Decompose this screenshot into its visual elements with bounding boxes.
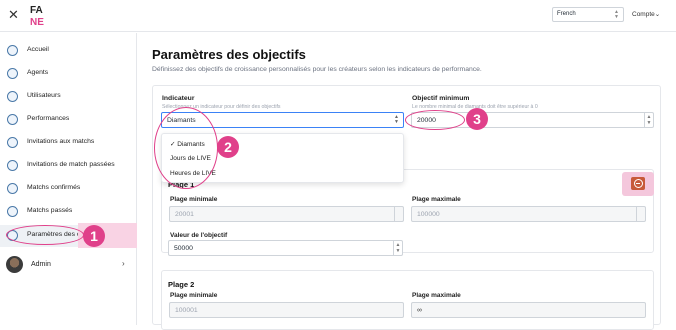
annotation-badge: 1 xyxy=(83,225,105,247)
page-subtitle: Définissez des objectifs de croissance p… xyxy=(152,66,482,73)
account-label: Compte xyxy=(632,11,655,18)
sidebar-item-label: Matchs confirmés xyxy=(27,184,81,191)
sidebar-item-agents[interactable]: Agents xyxy=(0,63,137,85)
annotation-badge: 3 xyxy=(466,108,488,130)
sidebar-item-label: Matchs passés xyxy=(27,207,73,214)
plage-max-label: Plage maximale xyxy=(412,292,461,299)
match-icon xyxy=(7,137,18,148)
top-bar: ✕ FA NE French ▲ ▼ Compte⌄ xyxy=(0,0,676,32)
number-stepper[interactable]: ▲ ▼ xyxy=(644,113,653,127)
chevron-down-icon: ⌄ xyxy=(654,11,661,18)
language-select[interactable]: French ▲ ▼ xyxy=(552,7,624,22)
number-stepper xyxy=(636,207,645,221)
match-icon xyxy=(7,160,18,171)
sidebar-item-label: Agents xyxy=(27,69,49,76)
number-stepper[interactable]: ▲ ▼ xyxy=(393,241,402,255)
svg-text:NE: NE xyxy=(30,17,44,27)
annotation-ellipse xyxy=(6,225,84,245)
select-arrows-icon: ▲ ▼ xyxy=(394,114,399,125)
plage-min-label: Plage minimale xyxy=(170,196,218,203)
plage-min-value: 100001 xyxy=(175,307,198,314)
plage-max-value: 100000 xyxy=(417,211,440,218)
sidebar-item-performances[interactable]: Performances xyxy=(0,109,137,131)
sidebar: Accueil Agents Utilisateurs Performances… xyxy=(0,33,137,325)
plage-min-label: Plage minimale xyxy=(170,292,218,299)
min-objective-label: Objectif minimum xyxy=(412,95,470,102)
minus-circle-icon xyxy=(636,183,640,184)
sidebar-item-invitations[interactable]: Invitations aux matchs xyxy=(0,132,137,154)
sidebar-item-label: Performances xyxy=(27,115,70,122)
annotation-ellipse xyxy=(405,110,465,130)
page-title: Paramètres des objectifs xyxy=(152,47,306,62)
indicator-label: Indicateur xyxy=(162,95,195,102)
sidebar-item-label: Accueil xyxy=(27,46,49,53)
plage-min-input: 100001 xyxy=(169,302,404,318)
select-arrows-icon: ▲ ▼ xyxy=(614,9,619,20)
home-icon xyxy=(7,45,18,56)
sidebar-item-accueil[interactable]: Accueil xyxy=(0,40,137,62)
admin-label: Admin xyxy=(31,261,51,268)
objective-value-input[interactable]: 50000 ▲ ▼ xyxy=(168,240,403,256)
sidebar-item-label: Invitations de match passées xyxy=(27,161,115,168)
plage-min-value: 20001 xyxy=(175,211,194,218)
account-menu[interactable]: Compte⌄ xyxy=(632,10,660,18)
sidebar-item-label: Invitations aux matchs xyxy=(27,138,95,145)
plage-max-input: 100000 xyxy=(411,206,646,222)
avatar xyxy=(6,256,23,273)
sidebar-item-matchs-confirmes[interactable]: Matchs confirmés xyxy=(0,178,137,200)
plage-min-input: 20001 xyxy=(169,206,404,222)
objective-value: 50000 xyxy=(174,245,193,252)
match-icon xyxy=(7,183,18,194)
annotation-ellipse xyxy=(154,107,218,189)
chart-icon xyxy=(7,114,18,125)
user-icon xyxy=(7,91,18,102)
close-icon[interactable]: ✕ xyxy=(8,7,19,23)
sidebar-item-matchs-passes[interactable]: Matchs passés xyxy=(0,201,137,223)
sidebar-item-utilisateurs[interactable]: Utilisateurs xyxy=(0,86,137,108)
plage-title: Plage 2 xyxy=(168,280,195,289)
plage-max-value: ∞ xyxy=(417,307,422,314)
plage-card-2: Plage 2 Plage minimale 100001 Plage maxi… xyxy=(161,270,654,330)
match-icon xyxy=(7,206,18,217)
svg-text:FA: FA xyxy=(30,5,43,16)
sidebar-item-invitations-passees[interactable]: Invitations de match passées xyxy=(0,155,137,177)
language-value: French xyxy=(557,11,576,17)
sidebar-item-label: Utilisateurs xyxy=(27,92,61,99)
admin-profile[interactable]: Admin › xyxy=(0,254,137,276)
chevron-right-icon: › xyxy=(122,259,125,268)
plage-max-label: Plage maximale xyxy=(412,196,461,203)
remove-range-button[interactable] xyxy=(631,177,645,190)
annotation-badge: 2 xyxy=(217,136,239,158)
plage-max-input: ∞ xyxy=(411,302,646,318)
number-stepper xyxy=(394,207,403,221)
user-icon xyxy=(7,68,18,79)
objective-value-label: Valeur de l'objectif xyxy=(170,232,228,239)
brand-logo: FA NE xyxy=(30,5,44,27)
